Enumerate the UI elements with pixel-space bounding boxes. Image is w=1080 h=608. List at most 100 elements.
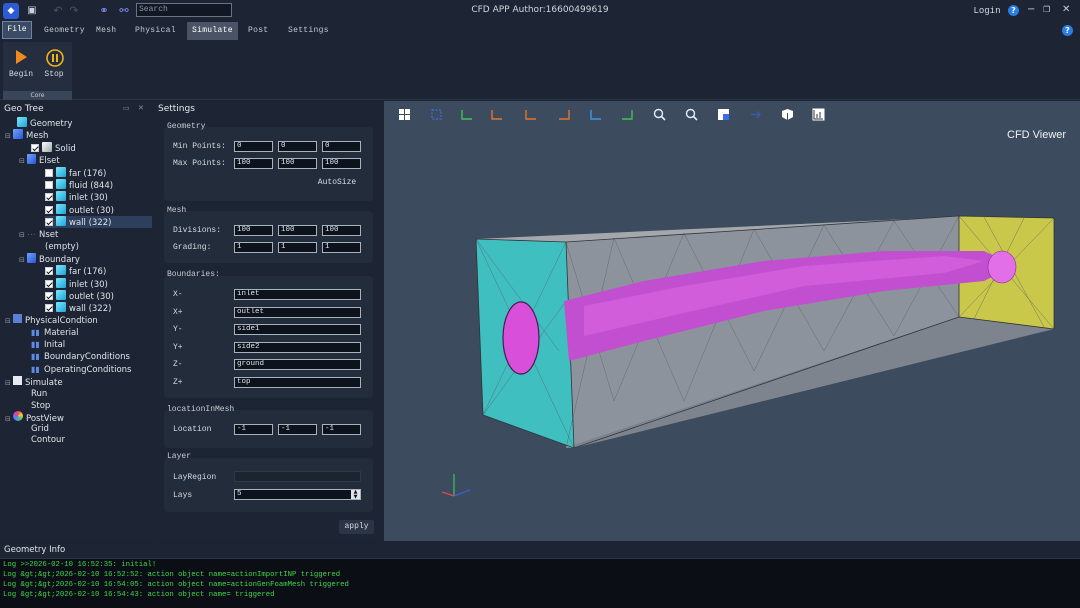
location-x-input[interactable]: -1 bbox=[234, 424, 273, 435]
tree-item-boundary-conditions[interactable]: ▮▮ BoundaryConditions bbox=[31, 351, 130, 363]
menu-post[interactable]: Post bbox=[248, 26, 268, 35]
tree-item-elset-fluid[interactable]: fluid (844) bbox=[45, 179, 113, 191]
tree-item-physical-condition[interactable]: ⊟ PhysicalCondtion bbox=[5, 314, 98, 326]
login-button[interactable]: Login bbox=[968, 2, 1006, 20]
help-icon[interactable]: ? bbox=[1008, 5, 1019, 16]
view-y-plus-icon[interactable] bbox=[524, 108, 537, 121]
zoom-box-icon[interactable] bbox=[430, 108, 443, 121]
menu-mesh[interactable]: Mesh bbox=[96, 26, 116, 35]
tree-item-simulate[interactable]: ⊟ Simulate bbox=[5, 376, 63, 388]
x-minus-input[interactable]: inlet bbox=[234, 289, 361, 300]
tree-item-boundary[interactable]: ⊟ Boundary bbox=[19, 253, 80, 265]
outlet-checkbox[interactable] bbox=[45, 292, 53, 300]
far-checkbox[interactable] bbox=[45, 267, 53, 275]
menu-settings[interactable]: Settings bbox=[288, 26, 329, 35]
max-points-y-input[interactable]: 100 bbox=[278, 158, 317, 169]
wall-checkbox[interactable] bbox=[45, 218, 53, 226]
expand-icon[interactable]: ⊟ bbox=[19, 229, 27, 241]
tree-item-boundary-wall[interactable]: wall (322) bbox=[45, 302, 111, 314]
zoom-out-icon[interactable] bbox=[685, 108, 698, 121]
view-z-minus-icon[interactable] bbox=[621, 108, 634, 121]
z-minus-input[interactable]: ground bbox=[234, 359, 361, 370]
grading-z-input[interactable]: 1 bbox=[322, 242, 361, 253]
panel-float-icon[interactable]: ▭ bbox=[123, 104, 130, 112]
apply-button[interactable]: apply bbox=[339, 520, 374, 534]
divisions-x-input[interactable]: 100 bbox=[234, 225, 273, 236]
tree-item-elset-wall[interactable]: wall (322) bbox=[45, 216, 152, 228]
tree-item-boundary-outlet[interactable]: outlet (30) bbox=[45, 290, 114, 302]
expand-icon[interactable]: ⊟ bbox=[5, 377, 13, 389]
grading-x-input[interactable]: 1 bbox=[234, 242, 273, 253]
max-points-z-input[interactable]: 100 bbox=[322, 158, 361, 169]
minimize-icon[interactable]: − bbox=[1027, 4, 1035, 15]
solid-checkbox[interactable] bbox=[31, 144, 39, 152]
menu-physical[interactable]: Physical bbox=[135, 26, 176, 35]
max-points-x-input[interactable]: 100 bbox=[234, 158, 273, 169]
tree-item-run[interactable]: Run bbox=[31, 388, 47, 400]
wall-checkbox[interactable] bbox=[45, 304, 53, 312]
view-z-plus-icon[interactable] bbox=[589, 108, 602, 121]
tree-item-nset[interactable]: ⊟ ⋯ Nset bbox=[19, 229, 58, 241]
y-minus-input[interactable]: side1 bbox=[234, 324, 361, 335]
tree-item-elset[interactable]: ⊟ Elset bbox=[19, 154, 60, 166]
lays-spinbox[interactable]: 5 bbox=[234, 489, 361, 500]
view-y-minus-icon[interactable] bbox=[558, 108, 571, 121]
spin-arrows-icon[interactable]: ▲ ▼ bbox=[351, 490, 360, 499]
tree-item-operating-conditions[interactable]: ▮▮ OperatingConditions bbox=[31, 364, 132, 376]
layregion-input[interactable] bbox=[234, 471, 361, 482]
close-icon[interactable]: ✕ bbox=[1062, 4, 1070, 15]
min-points-z-input[interactable]: 0 bbox=[322, 141, 361, 152]
autosize-button[interactable]: AutoSize bbox=[314, 176, 360, 190]
tree-item-material[interactable]: ▮▮ Material bbox=[31, 327, 79, 339]
divisions-y-input[interactable]: 100 bbox=[278, 225, 317, 236]
tree-item-contour[interactable]: Contour bbox=[31, 434, 65, 446]
panel-close-icon[interactable]: ✕ bbox=[138, 104, 144, 112]
expand-icon[interactable]: ⊟ bbox=[5, 315, 13, 327]
fit-view-icon[interactable] bbox=[398, 108, 411, 121]
expand-icon[interactable]: ⊟ bbox=[19, 254, 27, 266]
y-plus-input[interactable]: side2 bbox=[234, 342, 361, 353]
pan-icon[interactable] bbox=[717, 108, 730, 121]
tree-item-inital[interactable]: ▮▮ Inital bbox=[31, 339, 65, 351]
tree-item-elset-inlet[interactable]: inlet (30) bbox=[45, 191, 108, 203]
tree-item-elset-far[interactable]: far (176) bbox=[45, 167, 106, 179]
x-plus-input[interactable]: outlet bbox=[234, 307, 361, 318]
z-plus-input[interactable]: top bbox=[234, 377, 361, 388]
outlet-checkbox[interactable] bbox=[45, 206, 53, 214]
display-mode-icon[interactable] bbox=[781, 108, 794, 121]
stop-button[interactable]: Stop bbox=[38, 46, 70, 88]
location-y-input[interactable]: -1 bbox=[278, 424, 317, 435]
grading-y-input[interactable]: 1 bbox=[278, 242, 317, 253]
begin-button[interactable]: Begin bbox=[5, 46, 37, 88]
zoom-in-icon[interactable] bbox=[653, 108, 666, 121]
location-z-input[interactable]: -1 bbox=[322, 424, 361, 435]
expand-icon[interactable]: ⊟ bbox=[5, 413, 13, 425]
inlet-checkbox[interactable] bbox=[45, 193, 53, 201]
tree-item-postview[interactable]: ⊟ PostView bbox=[5, 411, 64, 425]
tree-item-solid[interactable]: Solid bbox=[31, 142, 76, 154]
divisions-z-input[interactable]: 100 bbox=[322, 225, 361, 236]
expand-icon[interactable]: ⊟ bbox=[19, 155, 27, 167]
rotate-icon[interactable] bbox=[749, 108, 762, 121]
expand-icon[interactable]: ⊟ bbox=[5, 130, 13, 142]
tree-item-geometry[interactable]: Geometry bbox=[17, 117, 72, 129]
view-x-minus-icon[interactable] bbox=[490, 108, 503, 121]
menu-geometry[interactable]: Geometry bbox=[44, 26, 85, 35]
tree-item-boundary-inlet[interactable]: inlet (30) bbox=[45, 278, 108, 290]
min-points-x-input[interactable]: 0 bbox=[234, 141, 273, 152]
menu-file[interactable]: File bbox=[2, 21, 32, 39]
restore-icon[interactable]: ❐ bbox=[1043, 5, 1050, 14]
viewer-canvas[interactable] bbox=[384, 101, 1080, 541]
tree-item-elset-outlet[interactable]: outlet (30) bbox=[45, 204, 114, 216]
min-points-y-input[interactable]: 0 bbox=[278, 141, 317, 152]
tree-item-boundary-far[interactable]: far (176) bbox=[45, 265, 106, 277]
far-checkbox[interactable] bbox=[45, 169, 53, 177]
menu-simulate[interactable]: Simulate bbox=[187, 22, 238, 40]
cfd-viewer[interactable] bbox=[384, 101, 1080, 541]
inlet-checkbox[interactable] bbox=[45, 280, 53, 288]
fluid-checkbox[interactable] bbox=[45, 181, 53, 189]
chart-icon[interactable] bbox=[812, 108, 825, 121]
help-icon[interactable]: ? bbox=[1062, 25, 1073, 36]
view-x-plus-icon[interactable] bbox=[460, 108, 473, 121]
tree-item-mesh[interactable]: ⊟ Mesh bbox=[5, 129, 48, 141]
